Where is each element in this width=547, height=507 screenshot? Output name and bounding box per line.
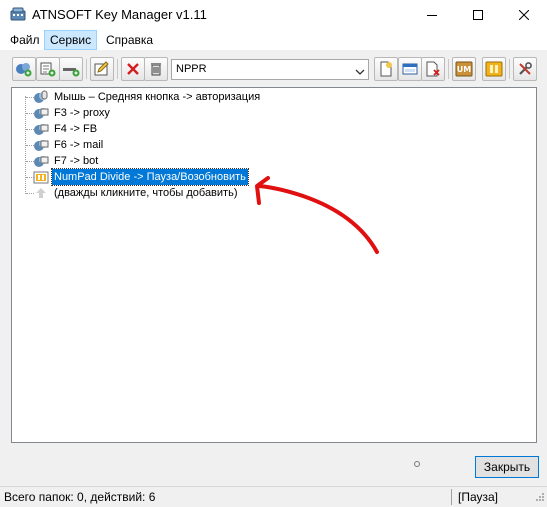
key-action-icon: [33, 106, 49, 120]
remove-document-button[interactable]: [421, 57, 445, 81]
close-window-button[interactable]: [501, 0, 547, 30]
action-tree[interactable]: Мышь – Средняя кнопка -> авторизация F3 …: [11, 87, 537, 467]
close-button[interactable]: Закрыть: [475, 456, 539, 478]
tree-item-label: (дважды кликните, чтобы добавить): [54, 187, 238, 199]
menu-help[interactable]: Справка: [101, 31, 158, 49]
app-keyboard-icon: [10, 7, 26, 21]
pause-action-icon: [33, 170, 49, 184]
close-icon: [519, 10, 529, 20]
add-separator-icon: [62, 61, 80, 77]
menu-bar: Файл Сервис Справка: [0, 30, 547, 50]
menu-service[interactable]: Сервис: [44, 30, 98, 50]
maximize-icon: [473, 10, 483, 20]
key-action-icon: [33, 138, 49, 152]
status-bar: Всего папок: 0, действий: 6 [Пауза]: [0, 486, 547, 507]
window-properties-icon: [402, 61, 418, 77]
toolbar-separator: [509, 59, 510, 79]
menu-file[interactable]: Файл: [5, 31, 45, 49]
add-folder-button[interactable]: [12, 57, 36, 81]
add-action-button[interactable]: [36, 57, 60, 81]
key-action-icon: [33, 122, 49, 136]
new-document-icon: [378, 61, 394, 77]
edit-button[interactable]: [90, 57, 114, 81]
add-folder-icon: [15, 61, 33, 77]
mouse-action-icon: [33, 90, 49, 104]
pause-button[interactable]: [482, 57, 506, 81]
tree-item-label: F7 -> bot: [54, 155, 99, 167]
delete-button[interactable]: [121, 57, 145, 81]
window-title: ATNSOFT Key Manager v1.11: [32, 7, 207, 22]
svg-text:UM: UM: [457, 65, 471, 74]
profile-select-value: NPPR: [176, 63, 207, 75]
status-counts: Всего папок: 0, действий: 6: [4, 490, 156, 504]
window-properties-button[interactable]: [398, 57, 422, 81]
add-action-icon: [39, 61, 57, 77]
minimize-button[interactable]: [409, 0, 455, 30]
toolbar-separator: [117, 59, 118, 79]
title-bar[interactable]: ATNSOFT Key Manager v1.11: [0, 0, 547, 30]
status-state: [Пауза]: [458, 490, 499, 504]
tree-item-label: F6 -> mail: [54, 139, 104, 151]
pause-icon: [485, 61, 503, 77]
settings-tools-button[interactable]: [513, 57, 537, 81]
add-separator-button[interactable]: [59, 57, 83, 81]
settings-tools-icon: [517, 61, 533, 77]
cursor-dot: [414, 461, 420, 467]
trash-icon: [148, 61, 164, 77]
um-button[interactable]: UM: [452, 57, 476, 81]
trash-button[interactable]: [144, 57, 168, 81]
chevron-down-icon[interactable]: [355, 65, 365, 79]
toolbar-separator: [86, 59, 87, 79]
tree-item-label: F4 -> FB: [54, 123, 98, 135]
add-placeholder-icon: [33, 186, 49, 200]
toolbar-separator: [448, 59, 449, 79]
tree-item-label: F3 -> proxy: [54, 107, 110, 119]
edit-icon: [93, 61, 111, 77]
app-window: ATNSOFT Key Manager v1.11 Файл Сервис Сп…: [0, 0, 547, 507]
tree-item-label: Мышь – Средняя кнопка -> авторизация: [54, 91, 261, 103]
status-divider: [451, 489, 452, 505]
tree-item-label: NumPad Divide -> Пауза/Возобновить: [51, 168, 249, 186]
delete-icon: [125, 61, 141, 77]
minimize-icon: [427, 10, 437, 20]
remove-document-icon: [425, 61, 441, 77]
profile-select[interactable]: NPPR: [171, 59, 369, 80]
key-action-icon: [33, 154, 49, 168]
um-icon: UM: [455, 61, 473, 77]
maximize-button[interactable]: [455, 0, 501, 30]
new-document-button[interactable]: [374, 57, 398, 81]
resize-grip-icon[interactable]: [535, 491, 545, 505]
